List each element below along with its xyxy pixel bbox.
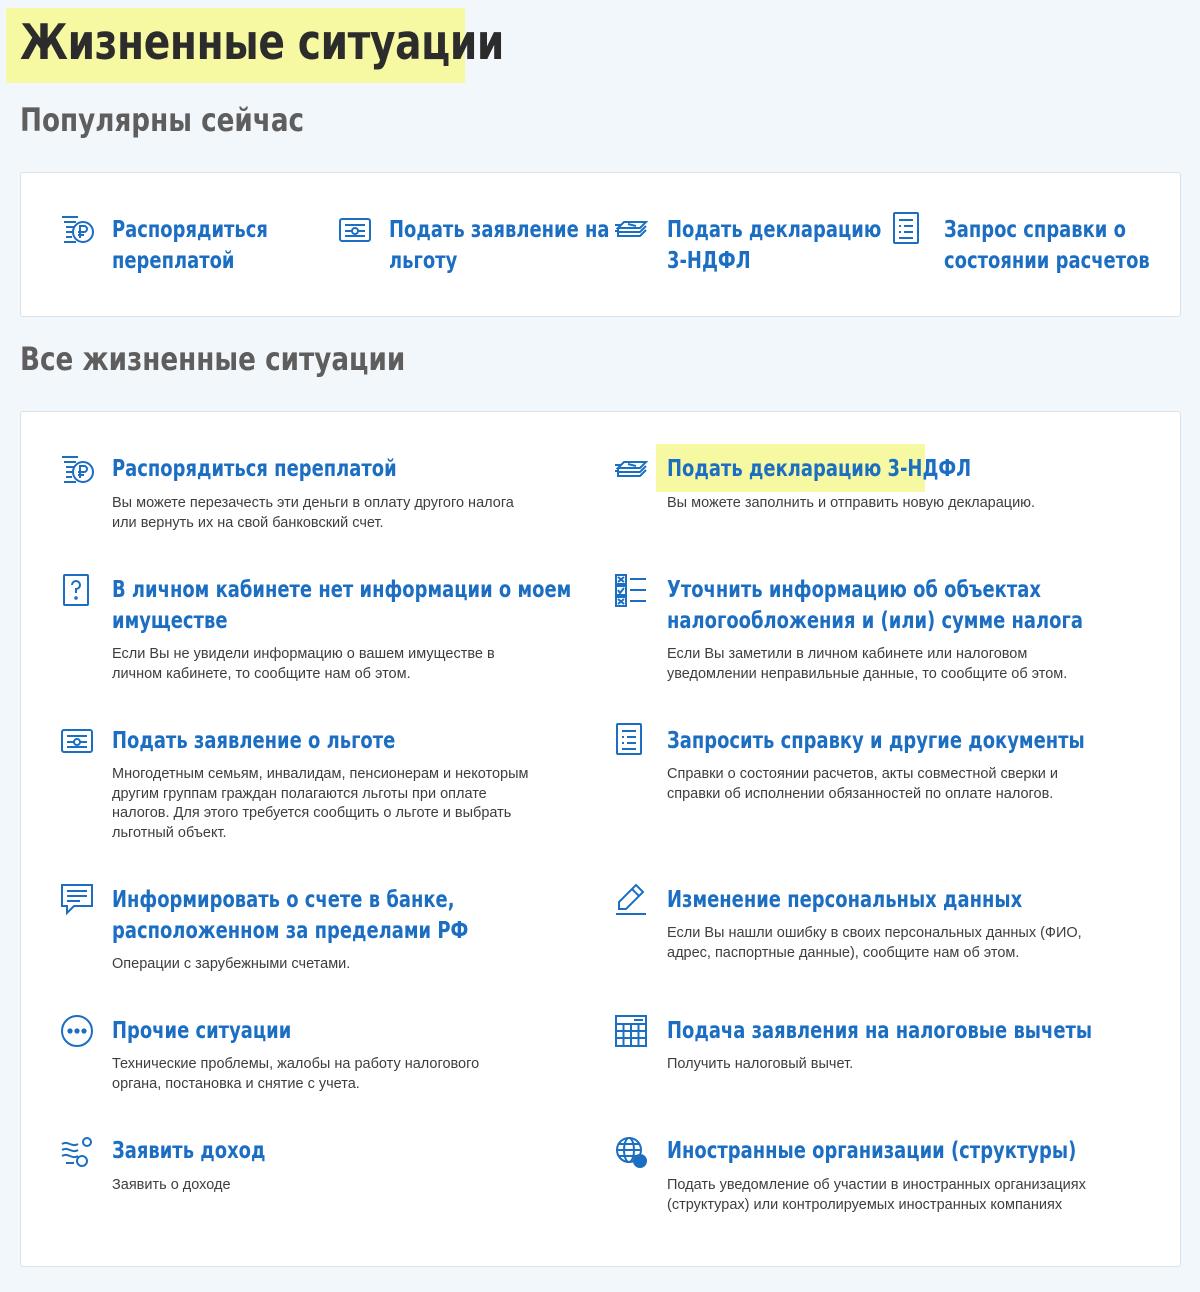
- situation-declaration-link[interactable]: Подать декларацию 3-НДФЛ: [667, 454, 971, 485]
- situation-clarify-desc: Если Вы заметили в личном кабинете или н…: [667, 646, 1068, 682]
- situation-deduction-desc: Получить налоговый вычет.: [667, 1056, 854, 1072]
- overpayment-ruble-icon: [60, 213, 94, 247]
- situation-request-link[interactable]: Запросить справку и другие документы: [667, 726, 1085, 757]
- popular-statement-link[interactable]: Запрос справки о состоянии расчетов: [944, 215, 1150, 277]
- situation-request-desc: Справки о состоянии расчетов, акты совме…: [667, 766, 1059, 802]
- pencil-icon: [614, 882, 648, 916]
- declaration-stack-icon: [614, 453, 648, 487]
- situation-personal-data-desc: Если Вы нашли ошибку в своих персональны…: [667, 925, 1082, 961]
- popular-heading: Популярны сейчас: [20, 101, 305, 139]
- situation-income-link[interactable]: Заявить доход: [112, 1136, 265, 1167]
- declaration-stack-icon: [614, 213, 648, 247]
- message-icon: [60, 882, 94, 916]
- situation-clarify-link[interactable]: Уточнить информацию об объектах налогообл…: [667, 575, 1083, 637]
- popular-benefit-link[interactable]: Подать заявление на льготу: [389, 215, 610, 277]
- situation-other-desc: Технические проблемы, жалобы на работу н…: [112, 1056, 480, 1092]
- benefit-card-icon: [338, 213, 372, 247]
- page-title-text: Жизненные ситуации: [20, 14, 504, 71]
- situation-property-link[interactable]: В личном кабинете нет информации о моем и…: [112, 575, 571, 637]
- popular-overpayment-link[interactable]: Распорядиться переплатой: [112, 215, 268, 277]
- situation-declaration-desc: Вы можете заполнить и отправить новую де…: [667, 495, 1036, 511]
- situation-other-link[interactable]: Прочие ситуации: [112, 1016, 291, 1047]
- page-title: Жизненные ситуации: [6, 8, 504, 83]
- situation-foreign-account-link[interactable]: Информировать о счете в банке, расположен…: [112, 885, 468, 947]
- income-icon: [60, 1135, 94, 1169]
- more-dots-icon: [60, 1014, 94, 1048]
- benefit-card-icon: [60, 724, 94, 758]
- document-list-icon: [612, 722, 646, 756]
- situation-foreign-org-link[interactable]: Иностранные организации (структуры): [667, 1136, 1076, 1167]
- overpayment-ruble-icon: [60, 453, 94, 487]
- question-document-icon: [60, 573, 94, 607]
- situation-foreign-account-desc: Операции с зарубежными счетами.: [112, 956, 351, 972]
- situation-personal-data-link[interactable]: Изменение персональных данных: [667, 885, 1022, 916]
- all-situations-heading: Все жизненные ситуации: [20, 340, 406, 378]
- situation-property-desc: Если Вы не увидели информацию о вашем им…: [112, 646, 495, 682]
- situation-deduction-link[interactable]: Подача заявления на налоговые вычеты: [667, 1016, 1092, 1047]
- popular-declaration-link[interactable]: Подать декларацию 3-НДФЛ: [667, 215, 881, 277]
- document-list-icon: [889, 211, 923, 245]
- situation-overpayment-link[interactable]: Распорядиться переплатой: [112, 454, 397, 485]
- situation-overpayment-desc: Вы можете перезачесть эти деньги в оплат…: [112, 495, 514, 531]
- calculator-icon: [614, 1014, 648, 1048]
- situation-foreign-org-desc: Подать уведомление об участии в иностран…: [667, 1177, 1086, 1213]
- checklist-icon: [614, 573, 648, 607]
- situation-income-desc: Заявить о доходе: [112, 1177, 231, 1193]
- situation-benefit-link[interactable]: Подать заявление о льготе: [112, 726, 395, 757]
- situation-benefit-desc: Многодетным семьям, инвалидам, пенсионер…: [112, 766, 529, 841]
- globe-icon: [614, 1135, 648, 1169]
